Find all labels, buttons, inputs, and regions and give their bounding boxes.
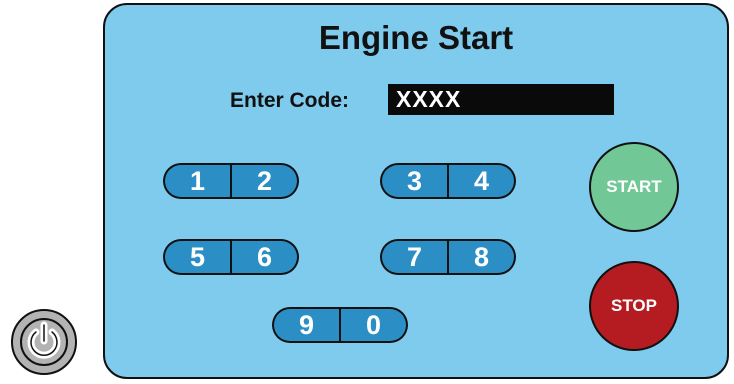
start-button[interactable]: START	[589, 142, 679, 232]
power-button[interactable]	[10, 308, 78, 376]
key-7[interactable]: 7	[380, 239, 448, 275]
keypad-pair-9-0: 9 0	[272, 307, 408, 343]
keypad-pair-3-4: 3 4	[380, 163, 516, 199]
keypad-pair-1-2: 1 2	[163, 163, 299, 199]
key-8[interactable]: 8	[448, 239, 516, 275]
key-6[interactable]: 6	[231, 239, 299, 275]
key-5[interactable]: 5	[163, 239, 231, 275]
panel-title: Engine Start	[318, 19, 514, 56]
screen: Engine Start Enter Code: XXXX 1 2 3 4 5 …	[0, 0, 734, 384]
engine-start-panel: Engine Start Enter Code: XXXX 1 2 3 4 5 …	[103, 3, 729, 379]
key-1[interactable]: 1	[163, 163, 231, 199]
key-2[interactable]: 2	[231, 163, 299, 199]
key-0[interactable]: 0	[340, 307, 408, 343]
code-display: XXXX	[388, 84, 614, 115]
key-9[interactable]: 9	[272, 307, 340, 343]
key-4[interactable]: 4	[448, 163, 516, 199]
stop-button[interactable]: STOP	[589, 261, 679, 351]
keypad-pair-5-6: 5 6	[163, 239, 299, 275]
power-icon	[11, 309, 77, 375]
code-label: Enter Code:	[230, 89, 350, 112]
key-3[interactable]: 3	[380, 163, 448, 199]
keypad-pair-7-8: 7 8	[380, 239, 516, 275]
